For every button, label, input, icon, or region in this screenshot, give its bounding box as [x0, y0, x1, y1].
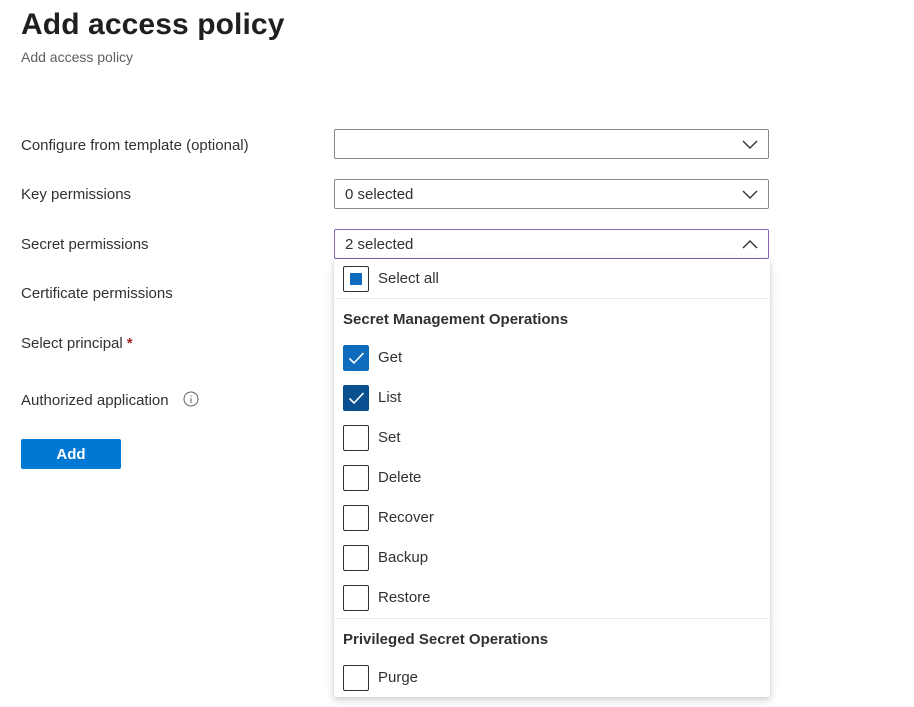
option-label: Delete [378, 469, 422, 486]
chevron-up-icon [742, 240, 758, 249]
purge-checkbox[interactable] [343, 665, 369, 691]
indeterminate-icon [350, 273, 362, 285]
key-permissions-label: Key permissions [21, 186, 132, 203]
checkmark-icon [348, 392, 365, 405]
option-label: Purge [378, 669, 419, 686]
select-all-option[interactable]: Select all [334, 261, 770, 297]
certificate-permissions-label: Certificate permissions [21, 285, 173, 302]
info-icon[interactable] [183, 391, 199, 407]
delete-checkbox[interactable] [343, 465, 369, 491]
secret-permissions-value: 2 selected [345, 236, 414, 253]
group-header-secret-management: Secret Management Operations [343, 311, 569, 328]
option-label: Restore [378, 589, 431, 606]
option-label: List [378, 389, 402, 406]
key-permissions-value: 0 selected [345, 186, 414, 203]
option-backup[interactable]: Backup [334, 540, 770, 576]
option-delete[interactable]: Delete [334, 460, 770, 496]
option-label: Recover [378, 509, 434, 526]
select-all-checkbox[interactable] [343, 266, 369, 292]
set-checkbox[interactable] [343, 425, 369, 451]
template-label: Configure from template (optional) [21, 137, 249, 154]
template-dropdown[interactable] [334, 129, 769, 159]
option-get[interactable]: Get [334, 340, 770, 376]
chevron-down-icon [742, 140, 758, 149]
option-label: Set [378, 429, 401, 446]
recover-checkbox[interactable] [343, 505, 369, 531]
chevron-down-icon [742, 190, 758, 199]
select-principal-text: Select principal [21, 335, 123, 352]
get-checkbox[interactable] [343, 345, 369, 371]
divider [334, 618, 770, 619]
secret-permissions-dropdown[interactable]: 2 selected [334, 229, 769, 259]
select-principal-label: Select principal * [21, 335, 133, 352]
select-all-label: Select all [378, 270, 439, 287]
option-label: Backup [378, 549, 429, 566]
authorized-application-label: Authorized application [21, 391, 199, 409]
option-label: Get [378, 349, 403, 366]
option-restore[interactable]: Restore [334, 580, 770, 616]
backup-checkbox[interactable] [343, 545, 369, 571]
authorized-application-text: Authorized application [21, 392, 169, 409]
option-list[interactable]: List [334, 380, 770, 416]
page-subtitle: Add access policy [21, 49, 134, 65]
option-purge[interactable]: Purge [334, 660, 770, 696]
key-permissions-dropdown[interactable]: 0 selected [334, 179, 769, 209]
list-checkbox[interactable] [343, 385, 369, 411]
option-set[interactable]: Set [334, 420, 770, 456]
option-recover[interactable]: Recover [334, 500, 770, 536]
add-button[interactable]: Add [21, 439, 121, 469]
secret-permissions-label: Secret permissions [21, 236, 149, 253]
secret-permissions-menu: Select all Secret Management Operations … [334, 259, 770, 697]
page-title: Add access policy [21, 8, 285, 41]
group-header-privileged-secret: Privileged Secret Operations [343, 631, 549, 648]
required-asterisk: * [126, 335, 133, 352]
divider [334, 298, 770, 299]
checkmark-icon [348, 352, 365, 365]
restore-checkbox[interactable] [343, 585, 369, 611]
